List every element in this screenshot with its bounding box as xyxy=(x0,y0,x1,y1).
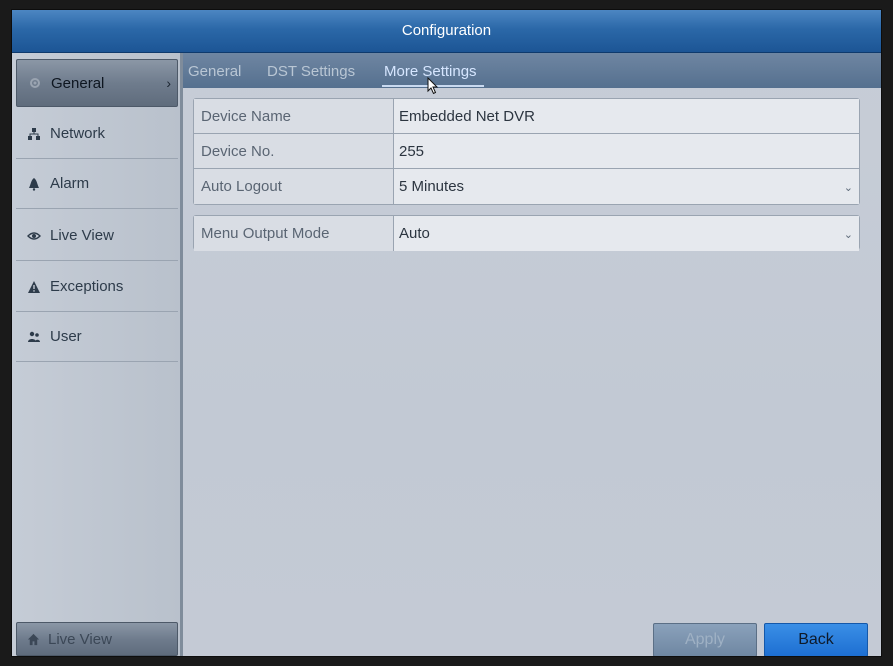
sidebar-item-label: General xyxy=(51,74,105,92)
home-icon xyxy=(26,632,40,646)
auto-logout-select[interactable]: 5 Minutes ⌄ xyxy=(394,169,859,204)
alarm-icon xyxy=(26,176,42,192)
output-settings-table: Menu Output Mode Auto ⌄ xyxy=(193,215,860,251)
device-name-row: Device Name Embedded Net DVR xyxy=(194,99,859,134)
sidebar-item-user[interactable]: User xyxy=(16,312,178,362)
sidebar-item-live-view[interactable]: Live View xyxy=(16,211,178,261)
device-name-input[interactable]: Embedded Net DVR xyxy=(394,99,859,133)
sidebar-item-label: Exceptions xyxy=(50,278,124,295)
sidebar-item-exceptions[interactable]: Exceptions xyxy=(16,262,178,312)
auto-logout-row: Auto Logout 5 Minutes ⌄ xyxy=(194,169,859,204)
device-no-label: Device No. xyxy=(194,134,394,168)
menu-output-mode-row: Menu Output Mode Auto ⌄ xyxy=(194,216,859,251)
auto-logout-label: Auto Logout xyxy=(194,169,394,204)
mouse-cursor-icon xyxy=(427,76,439,100)
sidebar-item-label: Alarm xyxy=(50,175,90,192)
menu-output-mode-value: Auto xyxy=(399,225,430,242)
sidebar-item-general[interactable]: General › xyxy=(16,59,178,107)
device-no-row: Device No. 255 xyxy=(194,134,859,169)
device-settings-table: Device Name Embedded Net DVR Device No. … xyxy=(193,98,860,205)
warning-icon xyxy=(26,279,42,295)
sidebar-item-label: User xyxy=(50,328,82,345)
sidebar-item-network[interactable]: Network xyxy=(16,109,178,159)
device-no-input[interactable]: 255 xyxy=(394,134,859,168)
chevron-right-icon: › xyxy=(166,75,171,91)
sidebar-item-label: Network xyxy=(50,125,106,142)
sidebar: General › Network Alarm Live View Except… xyxy=(12,53,183,656)
chevron-down-icon: ⌄ xyxy=(843,229,853,241)
sidebar-item-alarm[interactable]: Alarm xyxy=(16,159,178,209)
menu-output-mode-label: Menu Output Mode xyxy=(194,216,394,251)
device-name-label: Device Name xyxy=(194,99,394,133)
eye-icon xyxy=(26,228,42,244)
tab-dst-settings[interactable]: DST Settings xyxy=(267,63,355,80)
menu-output-mode-select[interactable]: Auto ⌄ xyxy=(394,216,859,251)
users-icon xyxy=(26,329,42,345)
configuration-window: Configuration General › Network Alarm Li… xyxy=(11,9,882,657)
tab-general[interactable]: General xyxy=(188,63,241,80)
chevron-down-icon: ⌄ xyxy=(843,182,853,194)
back-button[interactable]: Back xyxy=(764,623,868,656)
tab-bar: General DST Settings More Settings xyxy=(183,53,881,88)
window-title: Configuration xyxy=(12,10,881,53)
apply-button[interactable]: Apply xyxy=(653,623,757,656)
sidebar-item-label: Live View xyxy=(50,227,114,244)
main-panel: General DST Settings More Settings Devic… xyxy=(183,53,881,656)
gear-icon xyxy=(27,75,43,91)
live-view-button[interactable]: Live View xyxy=(16,622,178,656)
network-icon xyxy=(26,126,42,142)
live-view-button-label: Live View xyxy=(48,630,112,648)
auto-logout-value: 5 Minutes xyxy=(399,178,465,195)
